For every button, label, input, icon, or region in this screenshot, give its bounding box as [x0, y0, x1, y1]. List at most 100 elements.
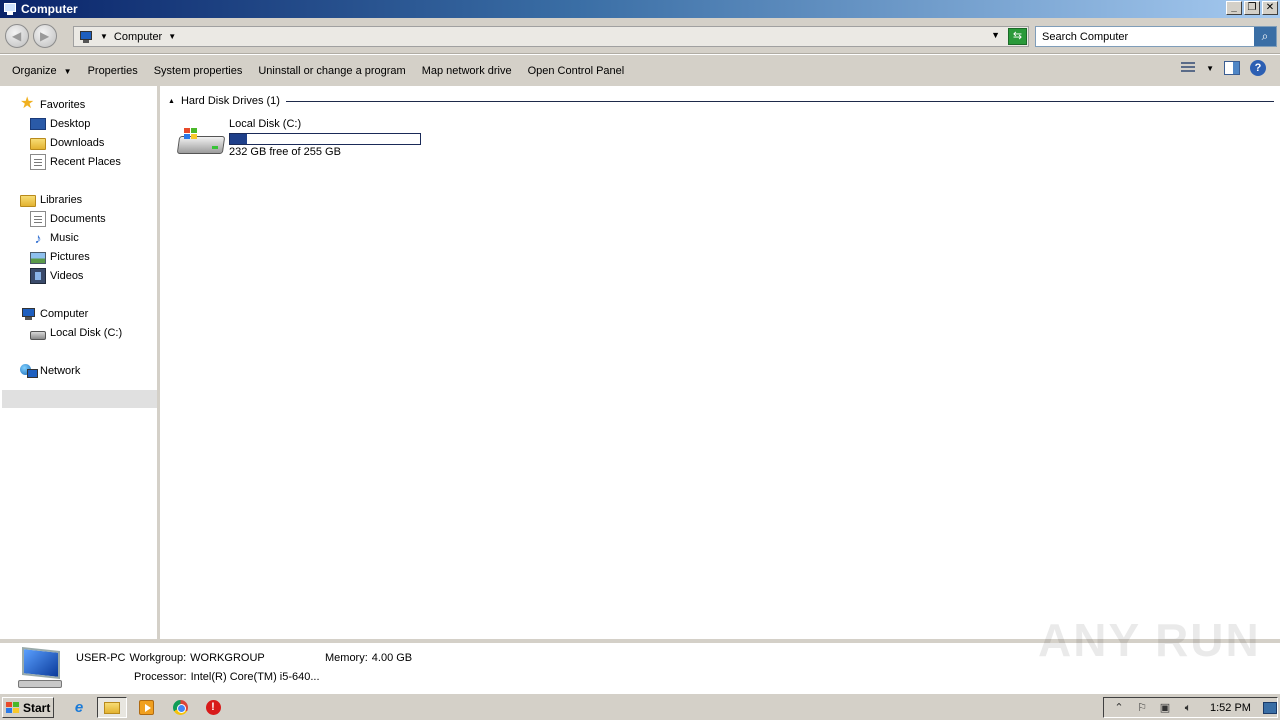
properties-button[interactable]: Properties [80, 60, 146, 82]
sidebar-item-videos[interactable]: Videos [30, 266, 83, 285]
sidebar-item-label: Desktop [50, 117, 91, 130]
chevron-down-icon[interactable]: ▼ [1206, 64, 1214, 73]
watermark: ANY RUN [1038, 614, 1261, 666]
sidebar-item-label: Pictures [50, 250, 90, 263]
music-note-icon: ♪ [34, 229, 42, 246]
media-player-icon [138, 700, 154, 715]
arrow-left-icon: ◀ [12, 29, 22, 43]
star-icon: ★ [20, 94, 35, 112]
computer-icon [78, 30, 94, 44]
arrow-right-icon: ▶ [40, 29, 50, 43]
taskbar: Start e ! ⌃ ⚐ ▣ 🔈︎ 1:52 PM [0, 693, 1280, 720]
network-tray-icon[interactable]: ▣ [1157, 701, 1173, 715]
processor-label: Processor: [134, 671, 187, 683]
sidebar-item-computer[interactable]: Computer [20, 304, 88, 323]
open-control-panel-button[interactable]: Open Control Panel [520, 60, 633, 82]
title-bar[interactable]: Computer _ ❐ ✕ [0, 0, 1280, 18]
search-box: ⌕ [1035, 26, 1277, 47]
sidebar-item-libraries[interactable]: Libraries [20, 190, 82, 209]
restore-button[interactable]: ❐ [1244, 1, 1260, 15]
help-icon[interactable]: ? [1250, 60, 1266, 76]
map-network-drive-button[interactable]: Map network drive [414, 60, 520, 82]
group-divider [285, 100, 1274, 102]
taskbar-stop-app[interactable]: ! [198, 697, 228, 718]
sidebar-item-label: Documents [50, 212, 106, 225]
file-list: ▲ Hard Disk Drives (1) Local Disk (C:) 2… [160, 86, 1280, 639]
group-title: Hard Disk Drives (1) [180, 95, 280, 107]
uninstall-program-button[interactable]: Uninstall or change a program [250, 60, 413, 82]
disk-usage-fill [230, 134, 248, 144]
sidebar-item-local-disk[interactable]: Local Disk (C:) [30, 323, 122, 342]
windows-logo-icon [6, 701, 20, 714]
action-center-flag-icon[interactable]: ⚐ [1134, 701, 1150, 715]
clock[interactable]: 1:52 PM [1210, 702, 1251, 714]
address-history-dropdown[interactable]: ▼ [991, 30, 1000, 40]
preview-pane-icon[interactable] [1224, 61, 1240, 75]
workgroup-label: Workgroup: [129, 652, 187, 664]
sidebar-item-label: Downloads [50, 136, 105, 149]
start-label: Start [23, 700, 51, 715]
refresh-button[interactable]: ⇆ [1008, 28, 1027, 45]
sidebar-item-desktop[interactable]: Desktop [30, 114, 90, 133]
forward-button[interactable]: ▶ [33, 24, 57, 48]
start-button[interactable]: Start [2, 697, 54, 718]
memory-label: Memory: [325, 652, 368, 664]
breadcrumb-computer[interactable]: Computer [114, 31, 162, 43]
chevron-down-icon: ▼ [63, 66, 72, 76]
search-icon[interactable]: ⌕ [1254, 27, 1276, 46]
group-header-hard-disk-drives[interactable]: ▲ Hard Disk Drives (1) [168, 94, 1274, 108]
video-icon [30, 267, 46, 284]
search-input[interactable] [1036, 27, 1252, 46]
stop-icon: ! [205, 700, 221, 715]
sidebar-item-downloads[interactable]: Downloads [30, 133, 104, 152]
details-pane: USER-PC Workgroup: WORKGROUP Memory: 4.0… [0, 614, 1280, 693]
recent-places-icon [30, 153, 46, 170]
network-icon [20, 363, 38, 379]
sidebar-item-favorites[interactable]: ★ Favorites [20, 95, 85, 114]
sidebar-item-label: Recent Places [50, 155, 121, 168]
taskbar-media-player[interactable] [131, 697, 161, 718]
change-view-icon[interactable] [1180, 61, 1196, 75]
window-title: Computer [21, 2, 78, 16]
memory-info: Memory: 4.00 GB [325, 652, 416, 664]
system-tray: ⌃ ⚐ ▣ 🔈︎ 1:52 PM [1103, 697, 1278, 718]
drive-item-local-disk-c[interactable]: Local Disk (C:) 232 GB free of 255 GB [176, 116, 436, 162]
sidebar-item-label: Local Disk (C:) [50, 326, 123, 339]
taskbar-chrome[interactable] [165, 697, 195, 718]
volume-icon[interactable]: 🔈︎ [1180, 701, 1196, 715]
picture-icon [30, 251, 46, 264]
sidebar-item-recent-places[interactable]: Recent Places [30, 152, 121, 171]
collapse-arrow-icon[interactable]: ▲ [168, 98, 175, 105]
folder-icon [104, 701, 120, 714]
sidebar-item-label: Computer [40, 307, 89, 320]
navigation-pane: ★ Favorites Desktop Downloads Recent Pla… [0, 86, 157, 639]
sidebar-item-label: Music [50, 231, 79, 244]
back-button[interactable]: ◀ [5, 24, 29, 48]
sidebar-item-network[interactable]: Network [20, 361, 80, 380]
system-properties-button[interactable]: System properties [146, 60, 251, 82]
address-bar[interactable]: ▼ Computer ▼ ▼ ⇆ [73, 26, 1029, 47]
drive-free-space: 232 GB free of 255 GB [229, 146, 341, 158]
show-desktop-icon[interactable] [1262, 701, 1277, 714]
minimize-button[interactable]: _ [1226, 1, 1242, 15]
sidebar-item-pictures[interactable]: Pictures [30, 247, 90, 266]
sidebar-item-label: Libraries [40, 193, 83, 206]
taskbar-explorer[interactable] [97, 697, 127, 718]
document-icon [30, 210, 46, 227]
chevron-down-icon[interactable]: ▼ [168, 32, 176, 41]
disk-usage-bar [229, 133, 421, 145]
desktop-icon [30, 117, 46, 130]
taskbar-internet-explorer[interactable]: e [64, 697, 94, 718]
processor-info: Processor: Intel(R) Core(TM) i5-640... [134, 671, 324, 683]
address-toolbar: ◀ ▶ ▼ Computer ▼ ▼ ⇆ ⌕ [0, 18, 1280, 54]
view-controls: ▼ ? [1180, 60, 1266, 76]
close-button[interactable]: ✕ [1262, 1, 1278, 15]
sidebar-item-documents[interactable]: Documents [30, 209, 106, 228]
organize-button[interactable]: Organize ▼ [4, 60, 80, 82]
show-hidden-icons-icon[interactable]: ⌃ [1111, 701, 1127, 715]
sidebar-item-music[interactable]: ♪ Music [30, 228, 79, 247]
computer-icon [20, 306, 36, 322]
sidebar-item-label: Favorites [40, 98, 86, 111]
libraries-folder-icon [20, 194, 36, 207]
chevron-down-icon[interactable]: ▼ [100, 32, 108, 41]
